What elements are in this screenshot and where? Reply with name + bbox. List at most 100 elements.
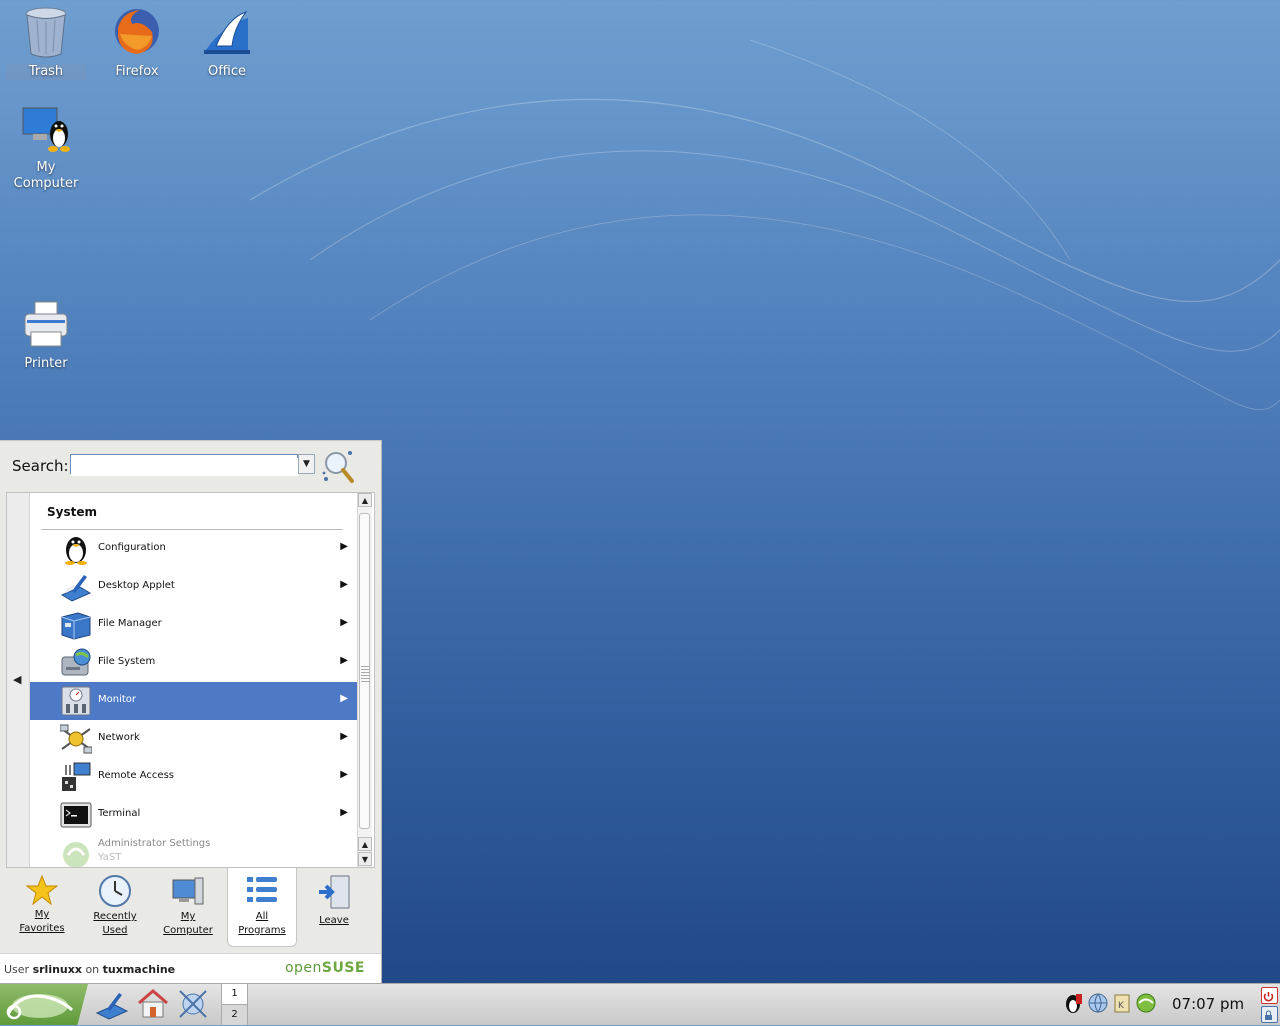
menu-item-sublabel: YaST [98,852,122,863]
clock-icon [99,875,131,907]
menu-item-administrator-settings[interactable]: Administrator Settings YaST [30,834,358,867]
user-prefix: User [4,963,30,976]
computer-icon [172,877,204,905]
tab-my-computer[interactable]: My Computer [154,868,222,946]
desktop-icon-office[interactable]: Office [187,6,267,80]
scroll-up-button[interactable]: ▲ [358,493,372,507]
menu-item-desktop-applet[interactable]: Desktop Applet ▶ [30,568,358,606]
network-icon [60,724,92,754]
application-list: ◀ System Configuration ▶ Desktop Applet … [6,492,375,868]
logo-open: open [284,960,322,976]
lock-icon[interactable] [1261,1006,1278,1023]
tab-leave[interactable]: Leave [300,868,368,946]
my-computer-icon [22,107,70,152]
network-globe-icon[interactable] [1087,992,1109,1014]
menu-item-label: Desktop Applet [98,580,175,591]
yast-icon [63,842,89,867]
tux-icon [65,537,87,565]
scroll-down-button[interactable]: ▼ [358,852,372,866]
menu-item-configuration[interactable]: Configuration ▶ [30,530,358,568]
home-icon[interactable] [136,987,170,1021]
trash-icon [25,7,67,58]
scroll-grip [361,664,370,682]
submenu-arrow-icon: ▶ [340,693,348,704]
logo-suse: SUSE [321,960,365,976]
search-input[interactable] [71,457,299,476]
scroll-up-button[interactable]: ▲ [358,837,372,851]
menu-item-label: Monitor [98,694,137,705]
search-history-dropdown[interactable]: ▼ [298,454,315,474]
tab-label-line2: Programs [238,925,286,936]
desktop-icon-label: Trash [6,64,86,80]
vertical-scrollbar[interactable]: ▲ ▲ ▼ [357,493,372,867]
pager-desktop-1[interactable]: 1 [222,984,247,1004]
leave-icon [319,875,350,909]
menu-item-monitor[interactable]: Monitor ▶ [30,682,358,720]
desktop-applet-icon[interactable] [95,987,129,1021]
menu-item-label: File System [98,656,156,667]
menu-item-label: File Manager [98,618,162,629]
wallpaper-swirl [250,39,1280,411]
tab-all-programs[interactable]: All Programs [227,868,297,947]
menu-item-label: Terminal [98,808,141,819]
menu-tab-bar: My Favorites Recently Used My Computer A… [0,868,381,948]
star-icon [26,874,58,906]
tab-label-line1: Leave [319,915,349,926]
scroll-handle[interactable] [359,513,370,829]
opensuse-logo: openSUSE [285,960,365,976]
menu-item-file-manager[interactable]: File Manager ▶ [30,606,358,644]
menu-item-label: Remote Access [98,770,174,781]
submenu-arrow-icon: ▶ [340,617,348,628]
desktop-icon-firefox[interactable]: Firefox [97,6,177,80]
menu-footer: User srlinuxx on tuxmachine openSUSE [0,953,381,985]
clipboard-icon[interactable]: K [1111,992,1133,1014]
tab-my-favorites[interactable]: My Favorites [8,868,76,946]
firefox-icon [115,9,159,54]
desktop-applet-icon [60,575,92,602]
taskbar: 1 2 K 07:07 pm [0,983,1280,1025]
menu-item-label: Configuration [98,542,166,553]
desktop-pager: 1 2 [221,984,248,1025]
tux-tray-icon[interactable] [1062,992,1084,1014]
lock-symbol-icon [1265,1010,1272,1020]
desktop-icon-label: My Computer [13,160,79,191]
desktop-icon-trash[interactable]: Trash [6,6,86,80]
desktop-icon-my-computer[interactable]: My Computer [6,104,86,192]
tab-label-line2: Used [102,925,128,936]
submenu-arrow-icon: ▶ [340,655,348,666]
office-icon [204,11,250,54]
desktop-icon-printer[interactable]: Printer [6,300,86,372]
update-status-icon[interactable] [1135,992,1157,1014]
pager-desktop-2[interactable]: 2 [222,1004,247,1025]
remote-access-icon [62,762,91,791]
submenu-arrow-icon: ▶ [340,579,348,590]
host-name: tuxmachine [102,963,176,976]
start-menu-button[interactable] [0,984,88,1025]
power-icon[interactable] [1261,987,1278,1004]
submenu-arrow-icon: ▶ [340,541,348,552]
submenu-arrow-icon: ▶ [340,769,348,780]
terminal-icon [60,802,92,828]
back-arrow-icon: ◀ [13,673,22,686]
search-field[interactable] [70,454,299,476]
network-browser-icon[interactable] [176,987,210,1021]
menu-item-remote-access[interactable]: Remote Access ▶ [30,758,358,796]
tab-label-line1: My [34,909,50,920]
file-system-icon [61,648,91,676]
search-icon[interactable] [320,449,356,485]
menu-item-terminal[interactable]: Terminal ▶ [30,796,358,834]
desktop-icon-label: Firefox [115,64,159,79]
menu-item-label: Network [98,732,140,743]
menu-item-network[interactable]: Network ▶ [30,720,358,758]
desktop-icon-label: Office [208,64,246,79]
menu-item-file-system[interactable]: File System ▶ [30,644,358,682]
printer-icon [24,301,68,347]
tab-label-line1: All [255,911,269,922]
user-name: srlinuxx [32,963,82,976]
desktop-icon-label: Printer [24,356,68,371]
list-icon [247,877,277,902]
back-button[interactable]: ◀ [7,493,30,867]
tab-label-line1: Recently [93,911,137,922]
tab-recently-used[interactable]: Recently Used [81,868,149,946]
clock[interactable]: 07:07 pm [1172,995,1244,1013]
